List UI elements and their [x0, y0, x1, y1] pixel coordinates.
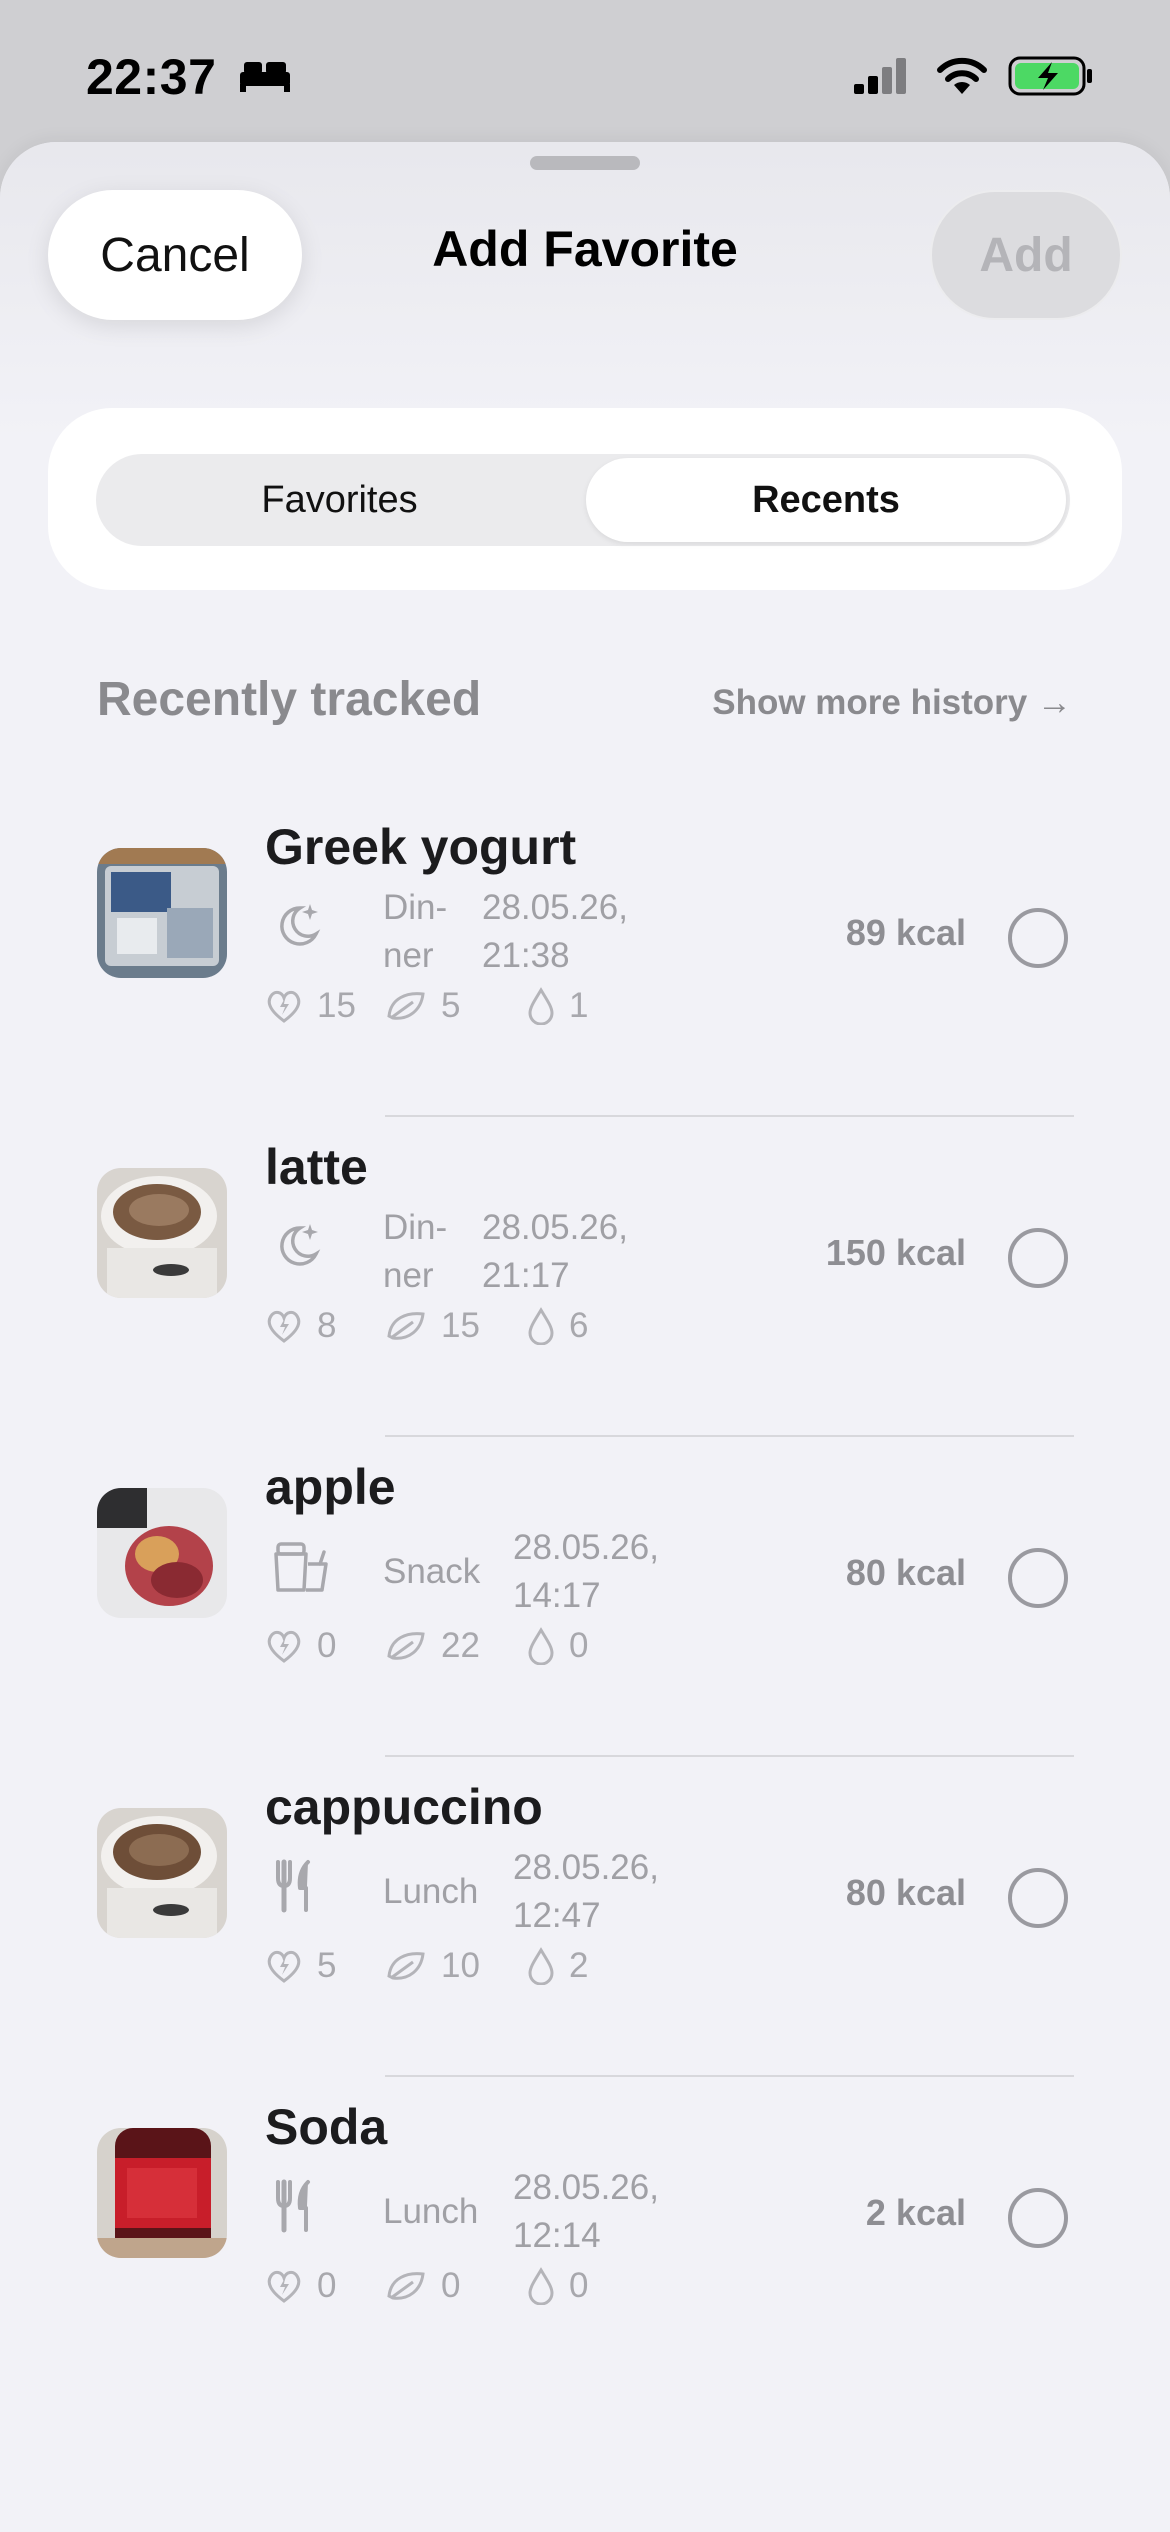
protein-icon	[267, 1630, 301, 1663]
food-photo	[97, 1808, 227, 1938]
leaf-icon	[387, 1952, 425, 1980]
meal-type: Lunch	[383, 2192, 479, 2231]
select-checkbox[interactable]	[1008, 2188, 1068, 2248]
food-name: latte	[265, 1139, 368, 1195]
protein-icon	[267, 1950, 301, 1983]
kcal-value: 89 kcal	[845, 912, 966, 953]
wifi-icon	[937, 57, 987, 94]
moon-stars-icon	[280, 1224, 321, 1266]
bed-icon	[240, 62, 290, 92]
fork-knife-icon	[276, 2179, 310, 2233]
tracked-date: 28.05.26, 12:14	[513, 2168, 659, 2255]
tracked-date: 28.05.26, 14:17	[513, 1528, 659, 1615]
cellular-signal-icon	[854, 58, 906, 94]
food-photo	[97, 2128, 227, 2258]
leaf-icon	[387, 992, 425, 1020]
fat-macro: 6	[527, 1306, 588, 1346]
protein-icon	[267, 2270, 301, 2303]
meal-type: Din- ner	[383, 1208, 448, 1295]
add-favorite-sheet: Cancel Add Favorite Add Favorites Recent…	[0, 142, 1170, 2532]
drop-icon	[528, 1947, 554, 1985]
sheet-grabber[interactable]	[530, 156, 640, 170]
fork-knife-icon	[276, 1859, 310, 1913]
list-item[interactable]: latte Din- ner 28.05.26, 21:17 150 kcal …	[0, 1116, 1170, 1437]
meal-type: Snack	[383, 1552, 481, 1591]
food-photo	[97, 1168, 227, 1298]
kcal-value: 2 kcal	[865, 2192, 966, 2233]
status-bar: 22:37	[0, 0, 1170, 145]
protein-icon	[267, 990, 301, 1023]
snack-jar-icon	[274, 1542, 328, 1592]
protein-icon	[267, 1310, 301, 1343]
select-checkbox[interactable]	[1008, 1548, 1068, 1608]
carbs-macro: 15	[385, 1306, 480, 1346]
list-item[interactable]: cappuccino Lunch 28.05.26, 12:47 80 kcal…	[0, 1756, 1170, 2077]
tracked-date: 28.05.26, 21:38	[482, 888, 628, 975]
show-more-history-link[interactable]: Show more history →	[700, 683, 1072, 723]
protein-macro: 0	[265, 1626, 336, 1666]
leaf-icon	[387, 2272, 425, 2300]
tracked-date: 28.05.26, 12:47	[513, 1848, 659, 1935]
moon-stars-icon	[280, 904, 321, 946]
drop-icon	[528, 987, 554, 1025]
section-title: Recently tracked	[97, 673, 482, 726]
protein-macro: 5	[265, 1946, 336, 1986]
carbs-macro: 22	[385, 1626, 480, 1666]
cancel-button[interactable]: Cancel	[48, 190, 302, 320]
leaf-icon	[387, 1312, 425, 1340]
kcal-value: 80 kcal	[845, 1552, 966, 1593]
fat-macro: 0	[527, 1626, 588, 1666]
leaf-icon	[387, 1632, 425, 1660]
kcal-value: 80 kcal	[845, 1872, 966, 1913]
meal-type: Din- ner	[383, 888, 448, 975]
food-name: Greek yogurt	[265, 819, 577, 875]
fat-macro: 2	[527, 1946, 588, 1986]
sheet-title: Add Favorite	[432, 221, 738, 277]
carbs-macro: 5	[385, 986, 460, 1026]
add-button[interactable]: Add	[930, 190, 1122, 320]
food-photo	[97, 1488, 227, 1618]
kcal-value: 150 kcal	[825, 1232, 966, 1273]
segmented-card: Favorites Recents	[48, 408, 1122, 590]
meal-type: Lunch	[383, 1872, 479, 1911]
drop-icon	[528, 1627, 554, 1665]
list-item[interactable]: Soda Lunch 28.05.26, 12:14 2 kcal 0 0 0	[0, 2076, 1170, 2396]
fat-macro: 0	[527, 2266, 588, 2306]
fat-macro: 1	[527, 986, 588, 1026]
carbs-macro: 0	[385, 2266, 460, 2306]
tracked-date: 28.05.26, 21:17	[482, 1208, 628, 1295]
segmented-control: Favorites Recents	[96, 454, 1070, 546]
tab-favorites[interactable]: Favorites	[96, 454, 583, 546]
select-checkbox[interactable]	[1008, 1868, 1068, 1928]
drop-icon	[528, 2267, 554, 2305]
food-name: cappuccino	[265, 1779, 543, 1835]
protein-macro: 15	[265, 986, 356, 1026]
list-item[interactable]: Greek yogurt Din- ner 28.05.26, 21:38 89…	[0, 796, 1170, 1117]
tab-recents[interactable]: Recents	[586, 458, 1066, 542]
food-photo	[97, 848, 227, 978]
drop-icon	[528, 1307, 554, 1345]
select-checkbox[interactable]	[1008, 1228, 1068, 1288]
status-time: 22:37	[86, 49, 217, 105]
carbs-macro: 10	[385, 1946, 480, 1986]
select-checkbox[interactable]	[1008, 908, 1068, 968]
food-name: apple	[265, 1459, 396, 1515]
protein-macro: 8	[265, 1306, 336, 1346]
list-item[interactable]: apple Snack 28.05.26, 14:17 80 kcal 0 22	[0, 1436, 1170, 1757]
food-name: Soda	[265, 2099, 388, 2155]
protein-macro: 0	[265, 2266, 336, 2306]
battery-charging-icon	[1008, 56, 1092, 96]
